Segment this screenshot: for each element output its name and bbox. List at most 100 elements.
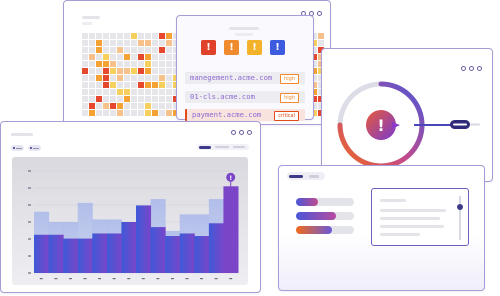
heatmap-cell bbox=[152, 54, 158, 60]
x-tick-mark bbox=[156, 278, 160, 280]
heatmap-cell bbox=[166, 110, 172, 116]
heatmap-cell bbox=[117, 75, 123, 81]
heatmap-cell bbox=[152, 89, 158, 95]
range-tab[interactable] bbox=[233, 146, 245, 148]
pill-row[interactable] bbox=[296, 198, 354, 206]
gauge-window: ! bbox=[321, 48, 493, 182]
heatmap-cell bbox=[145, 103, 151, 109]
legend-chip[interactable] bbox=[28, 145, 41, 151]
pill-row[interactable] bbox=[296, 212, 354, 220]
heatmap-cell bbox=[110, 40, 116, 46]
range-tab[interactable] bbox=[215, 146, 229, 148]
heatmap-cell bbox=[117, 82, 123, 88]
heatmap-cell bbox=[117, 33, 123, 39]
heatmap-cell bbox=[96, 68, 102, 74]
window-dot-icon[interactable] bbox=[239, 130, 244, 135]
heatmap-cell bbox=[145, 61, 151, 67]
window-title-placeholder bbox=[235, 33, 253, 36]
alert-icons-row: !!!! bbox=[201, 40, 285, 55]
heatmap-cell bbox=[96, 75, 102, 81]
finding-row[interactable]: manegement.acme.com high bbox=[185, 72, 305, 84]
heatmap-cell bbox=[145, 47, 151, 53]
heatmap-cell bbox=[103, 110, 109, 116]
range-tab-active[interactable] bbox=[199, 145, 211, 149]
heatmap-cell bbox=[110, 82, 116, 88]
y-tick-mark bbox=[28, 204, 31, 206]
heatmap-cell bbox=[96, 110, 102, 116]
y-tick-mark bbox=[28, 238, 31, 240]
heatmap-cell bbox=[159, 103, 165, 109]
heatmap-cell bbox=[159, 40, 165, 46]
finding-row[interactable]: payment.acme.com critical bbox=[185, 109, 305, 121]
pill-row[interactable] bbox=[296, 226, 354, 234]
heatmap-cell bbox=[89, 103, 95, 109]
heatmap-cell bbox=[89, 40, 95, 46]
heatmap-cell bbox=[131, 89, 137, 95]
chart-window: ! bbox=[0, 121, 261, 293]
heatmap-cell bbox=[131, 54, 137, 60]
findings-list: manegement.acme.com high 01-cls.acme.com hi… bbox=[185, 72, 305, 128]
heatmap-cell bbox=[131, 75, 137, 81]
heatmap-cell bbox=[110, 61, 116, 67]
bar-series-1 bbox=[92, 233, 108, 273]
legend-chip[interactable] bbox=[11, 145, 24, 151]
heatmap-cell bbox=[82, 40, 88, 46]
window-dot-icon[interactable] bbox=[247, 130, 252, 135]
alert-orange-icon: ! bbox=[224, 40, 239, 55]
heatmap-cell bbox=[131, 96, 137, 102]
heatmap-cell bbox=[117, 68, 123, 74]
window-dot-icon[interactable] bbox=[231, 130, 236, 135]
vertical-slider-track[interactable] bbox=[459, 196, 461, 240]
heatmap-cell bbox=[82, 103, 88, 109]
pill-fill bbox=[296, 226, 332, 234]
heatmap-cell bbox=[117, 89, 123, 95]
heatmap-cell bbox=[82, 68, 88, 74]
bar-series-1 bbox=[179, 233, 195, 273]
heatmap-cell bbox=[82, 33, 88, 39]
range-tabs[interactable] bbox=[197, 144, 249, 150]
heatmap-cell bbox=[82, 96, 88, 102]
finding-row[interactable]: 01-cls.acme.com high bbox=[185, 90, 305, 103]
tab-switcher[interactable] bbox=[287, 172, 325, 180]
y-tick-mark bbox=[28, 170, 31, 172]
heatmap-cell bbox=[145, 110, 151, 116]
window-title-placeholder bbox=[11, 133, 33, 136]
heatmap-cell bbox=[152, 68, 158, 74]
heatmap-cell bbox=[138, 68, 144, 74]
heatmap-cell bbox=[124, 33, 130, 39]
heatmap-cell bbox=[131, 68, 137, 74]
heatmap-cell bbox=[138, 75, 144, 81]
x-tick-mark bbox=[200, 278, 204, 280]
heatmap-cell bbox=[103, 33, 109, 39]
heatmap-cell bbox=[124, 75, 130, 81]
heatmap-cell bbox=[138, 33, 144, 39]
heatmap-cell bbox=[96, 47, 102, 53]
alert-marker-glyph: ! bbox=[229, 174, 232, 182]
heatmap-cell bbox=[89, 54, 95, 60]
heatmap-cell bbox=[145, 68, 151, 74]
tab-active-indicator[interactable] bbox=[289, 174, 303, 178]
bar-series-1 bbox=[34, 234, 50, 273]
heatmap-cell bbox=[159, 75, 165, 81]
tab-inactive[interactable] bbox=[309, 174, 319, 178]
y-tick-mark bbox=[28, 272, 31, 274]
heatmap-cell bbox=[103, 75, 109, 81]
vertical-slider-handle[interactable] bbox=[457, 204, 463, 210]
heatmap-cell bbox=[152, 61, 158, 67]
heatmap-cell bbox=[96, 103, 102, 109]
heatmap-cell bbox=[110, 68, 116, 74]
heatmap-cell bbox=[96, 89, 102, 95]
heatmap-cell bbox=[152, 103, 158, 109]
heatmap-cell bbox=[152, 33, 158, 39]
bar-series-1 bbox=[136, 205, 152, 273]
settings-window bbox=[278, 165, 485, 291]
heatmap-cell bbox=[166, 47, 172, 53]
window-dot-icon[interactable] bbox=[317, 11, 322, 16]
heatmap-cell bbox=[82, 75, 88, 81]
window-controls[interactable] bbox=[231, 130, 252, 135]
heatmap-cell bbox=[89, 68, 95, 74]
bar-series-1 bbox=[150, 227, 166, 273]
severity-badge: high bbox=[280, 92, 299, 103]
x-tick-mark bbox=[54, 278, 58, 280]
heatmap-cell bbox=[166, 33, 172, 39]
